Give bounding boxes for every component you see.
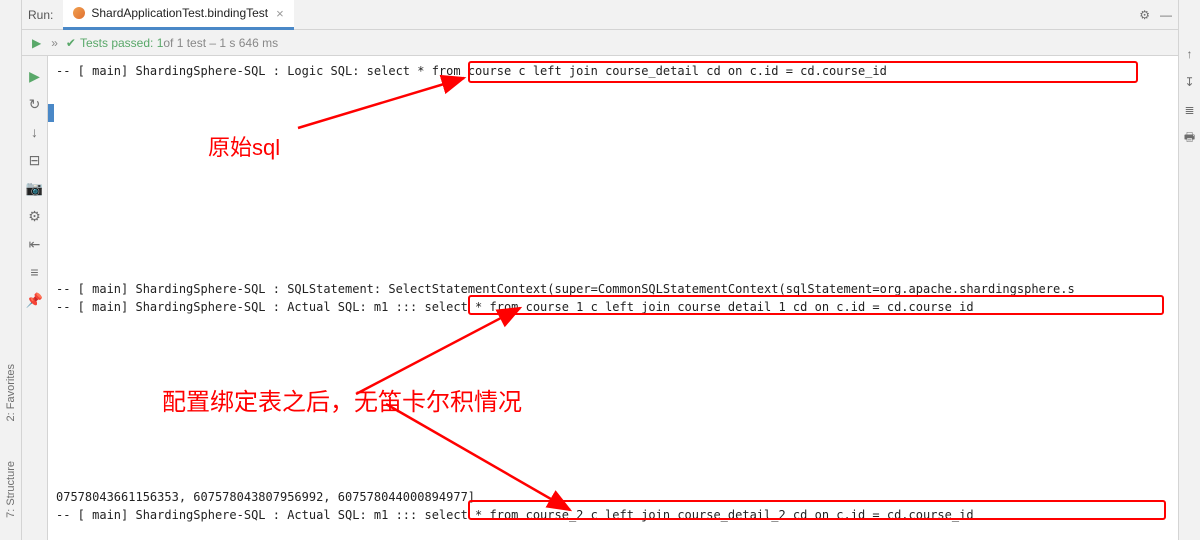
stop-icon[interactable]: ⊟ — [26, 151, 44, 169]
left-sidebar: 2: Favorites 7: Structure — [0, 0, 22, 540]
run-tab-bar: Run: ShardApplicationTest.bindingTest × … — [22, 0, 1178, 30]
layout-icon[interactable]: ≡ — [26, 263, 44, 281]
right-sidebar: ↑ ↧ ≣ 🖶 — [1178, 0, 1200, 540]
gear-icon[interactable]: ⚙ — [1139, 8, 1150, 22]
log-line: -- [ main] ShardingSphere-SQL : Logic SQ… — [48, 62, 1178, 80]
check-icon: ✔ — [66, 36, 76, 50]
test-status-bar: ▶ » ✔ Tests passed: 1 of 1 test – 1 s 64… — [22, 30, 1178, 56]
scroll-to-end-icon[interactable]: ≣ — [1182, 102, 1198, 118]
log-line: 07578043661156353, 607578043807956992, 6… — [48, 488, 1178, 506]
tests-passed-label: Tests passed: 1 — [80, 36, 163, 50]
minimize-icon[interactable]: — — [1160, 8, 1172, 22]
tab-label: ShardApplicationTest.bindingTest — [91, 6, 268, 20]
rerun-button[interactable]: ▶ — [26, 67, 44, 85]
test-config-icon — [73, 7, 85, 19]
sidebar-label-structure[interactable]: 7: Structure — [5, 461, 17, 518]
close-icon[interactable]: × — [276, 6, 284, 21]
expand-icon[interactable]: » — [51, 36, 58, 50]
log-line: -- [ main] ShardingSphere-SQL : SQLState… — [48, 280, 1178, 298]
print-icon[interactable]: 🖶 — [1182, 130, 1198, 146]
log-line: -- [ main] ShardingSphere-SQL : Actual S… — [48, 298, 1178, 316]
scroll-up-icon[interactable]: ↑ — [1182, 46, 1198, 62]
step-down-icon[interactable]: ↓ — [26, 123, 44, 141]
console-output[interactable]: -- [ main] ShardingSphere-SQL : Logic SQ… — [48, 56, 1178, 540]
log-line: -- [ main] ShardingSphere-SQL : Actual S… — [48, 506, 1178, 524]
run-tool-column: ▶ ↻ ↓ ⊟ 📷 ⚙ ⇤ ≡ 📌 — [22, 56, 48, 540]
settings-icon[interactable]: ⚙ — [26, 207, 44, 225]
tests-passed-detail: of 1 test – 1 s 646 ms — [163, 36, 278, 50]
run-panel-label: Run: — [28, 8, 53, 22]
run-tab[interactable]: ShardApplicationTest.bindingTest × — [63, 0, 293, 30]
pin-icon[interactable]: 📌 — [26, 291, 44, 309]
screenshot-icon[interactable]: 📷 — [26, 179, 44, 197]
soft-wrap-icon[interactable]: ↧ — [1182, 74, 1198, 90]
reload-icon[interactable]: ↻ — [26, 95, 44, 113]
sidebar-label-favorites[interactable]: 2: Favorites — [5, 364, 17, 421]
exit-icon[interactable]: ⇤ — [26, 235, 44, 253]
rerun-icon[interactable]: ▶ — [32, 36, 41, 50]
active-line-gutter — [48, 104, 54, 122]
